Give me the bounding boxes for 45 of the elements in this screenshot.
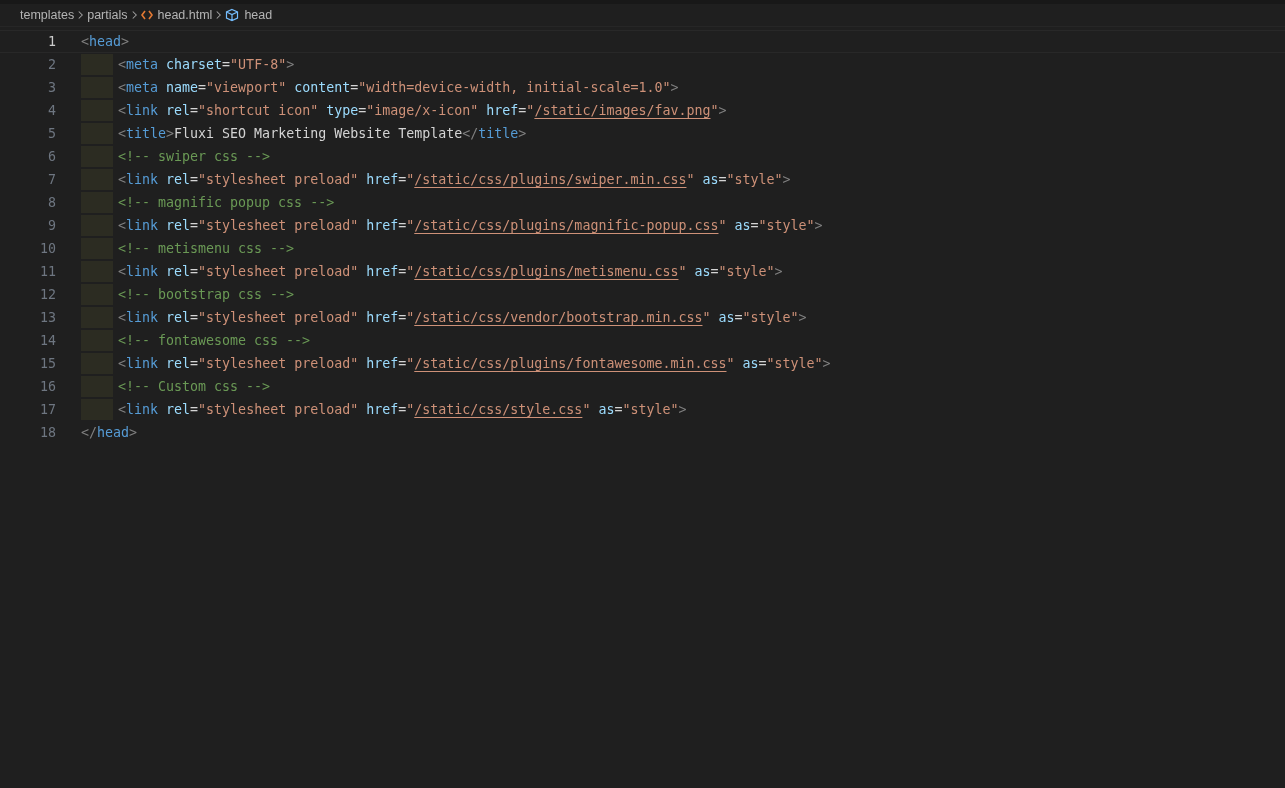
code-line: <meta name="viewport" content="width=device-width, initial-scale=1.0">	[118, 79, 679, 97]
code-line: <!-- fontawesome css -->	[118, 332, 311, 350]
chevron-right-icon	[215, 10, 223, 20]
line-number: 9	[47, 218, 56, 233]
line-number: 17	[39, 402, 56, 417]
code-line: <link rel="stylesheet preload" href="/static/css/vendor/bootstrap.min.css" as="style">	[118, 309, 807, 327]
code-line: <meta charset="UTF-8">	[118, 56, 295, 74]
line-number: 14	[39, 333, 56, 348]
code-line: <link rel="shortcut icon" type="image/x-icon" href="/static/images/fav.png">	[118, 102, 727, 120]
line-number: 4	[47, 103, 56, 118]
chevron-right-icon	[130, 10, 138, 20]
code-line: <link rel="stylesheet preload" href="/static/css/plugins/metismenu.css" as="style">	[118, 263, 783, 281]
code-line: <link rel="stylesheet preload" href="/static/css/plugins/magnific-popup.css" as="style">	[118, 217, 823, 235]
code-line: <link rel="stylesheet preload" href="/static/css/style.css" as="style">	[118, 401, 687, 419]
cube-icon	[225, 8, 240, 22]
code-line: </head>	[81, 424, 138, 442]
line-number: 3	[47, 80, 56, 95]
line-number: 7	[47, 172, 56, 187]
line-number: 8	[47, 195, 56, 210]
code-line: <head>	[81, 33, 130, 51]
code-line: <!-- Custom css -->	[118, 378, 271, 396]
line-number: 2	[47, 57, 56, 72]
line-number: 15	[39, 356, 56, 371]
code-line: <!-- magnific popup css -->	[118, 194, 335, 212]
breadcrumb-item[interactable]: templates	[20, 8, 75, 22]
line-number: 16	[39, 379, 56, 394]
chevron-right-icon	[77, 10, 85, 20]
code-line: <!-- swiper css -->	[118, 148, 271, 166]
line-number: 12	[39, 287, 56, 302]
code-line: <link rel="stylesheet preload" href="/static/css/plugins/fontawesome.min.css" as="style">	[118, 355, 831, 373]
code-brackets-icon	[140, 10, 153, 20]
breadcrumb-item[interactable]: partials	[87, 8, 128, 22]
breadcrumb-item[interactable]: head.html	[140, 8, 213, 22]
line-number: 11	[39, 264, 56, 279]
line-number: 5	[47, 126, 56, 141]
line-number: 18	[39, 425, 56, 440]
line-number: 10	[39, 241, 56, 256]
code-line: <!-- bootstrap css -->	[118, 286, 295, 304]
line-number: 13	[39, 310, 56, 325]
code-line: <link rel="stylesheet preload" href="/static/css/plugins/swiper.min.css" as="style">	[118, 171, 791, 189]
breadcrumb-item[interactable]: head	[225, 8, 273, 22]
code-line: <title>Fluxi SEO Marketing Website Template</title>	[118, 125, 527, 143]
line-number: 6	[47, 149, 56, 164]
code-line: <!-- metismenu css -->	[118, 240, 295, 258]
line-number: 1	[47, 34, 56, 49]
